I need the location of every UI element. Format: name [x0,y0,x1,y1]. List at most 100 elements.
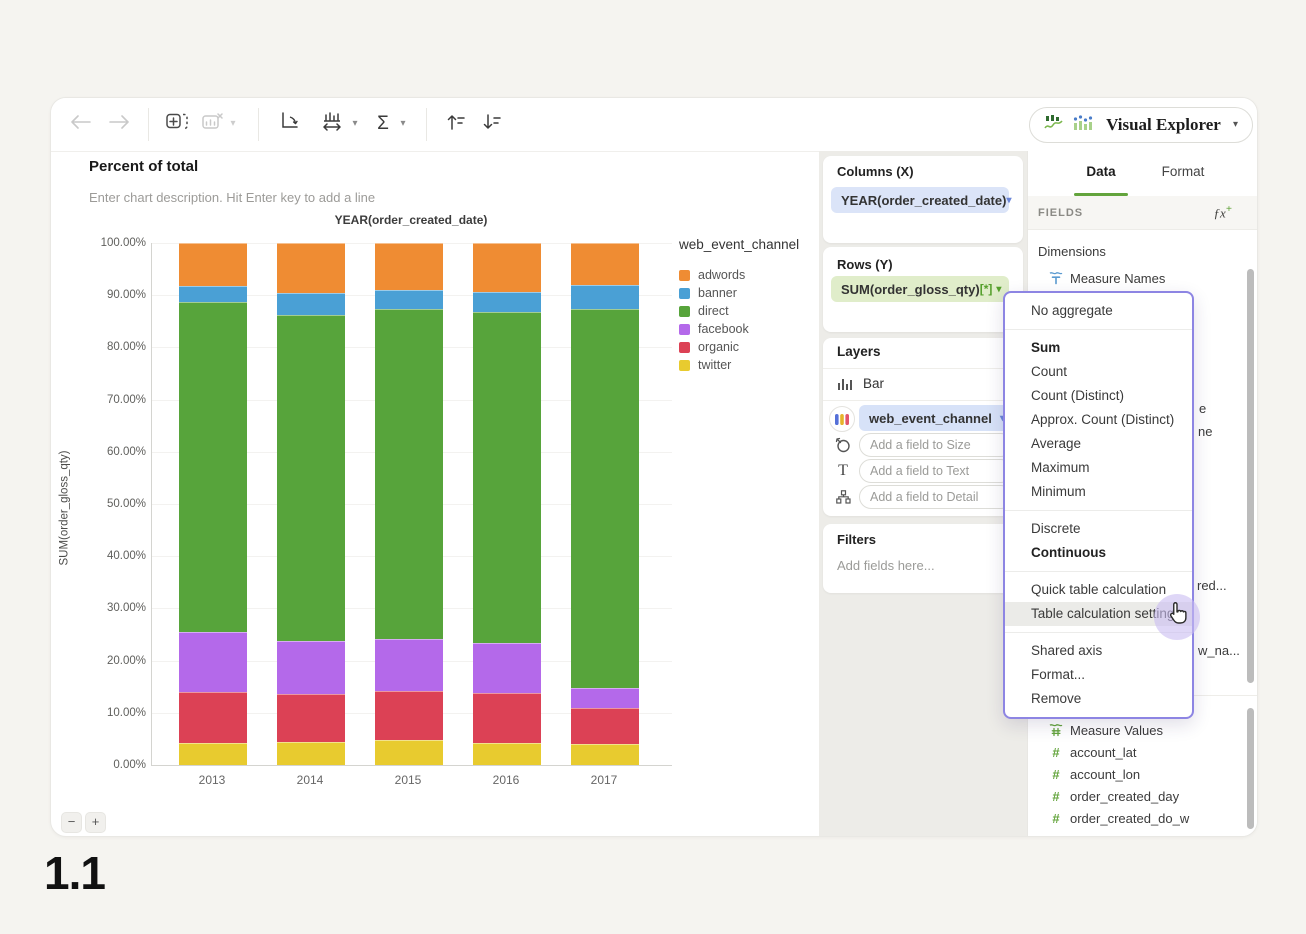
menu-group: No aggregate [1005,293,1192,329]
chart-description-placeholder[interactable]: Enter chart description. Hit Enter key t… [89,190,375,205]
remove-chart-button[interactable] [199,110,227,138]
chevron-down-icon: ▾ [1232,119,1238,130]
menu-item-minimum[interactable]: Minimum [1005,480,1192,504]
legend-item: facebook [679,320,819,338]
menu-item-continuous[interactable]: Continuous [1005,541,1192,565]
text-drop-target[interactable]: Add a field to Text [859,459,1013,483]
aggregate-caret[interactable]: ▾ [395,110,411,138]
filters-drop-target[interactable]: Add fields here... [837,558,935,573]
detail-layer-icon [831,485,855,509]
chevron-down-icon[interactable]: ▾ [996,284,1001,295]
mark-type-label[interactable]: Bar [863,376,884,391]
redo-arrow-icon [108,114,130,134]
bar-segment-banner [277,292,345,315]
stacked-bar [375,243,443,765]
menu-item-no-aggregate[interactable]: No aggregate [1005,299,1192,323]
fields-section-header: FIELDS ƒx+ [1028,196,1257,230]
bar-segment-direct [473,311,541,643]
scrollbar-thumb[interactable] [1247,269,1254,683]
scrollbar-thumb[interactable] [1247,708,1254,829]
menu-item-maximum[interactable]: Maximum [1005,456,1192,480]
bar-segment-facebook [277,641,345,694]
add-calculated-field-button[interactable]: ƒx+ [1214,203,1232,221]
sort-descending-button[interactable] [478,110,506,138]
x-axis-title: YEAR(order_created_date) [334,213,488,227]
measure-values-icon [1048,722,1064,738]
menu-item-discrete[interactable]: Discrete [1005,517,1192,541]
color-field-pill[interactable]: web_event_channel ▾ [859,405,1015,431]
remove-chart-caret[interactable]: ▾ [225,110,241,138]
legend-label: banner [698,286,737,300]
rows-shelf: Rows (Y) SUM(order_gloss_qty) [*] ▾ [823,247,1023,332]
app-switcher-button[interactable]: Visual Explorer ▾ [1029,107,1253,143]
menu-item-sum[interactable]: Sum [1005,336,1192,360]
bar-segment-organic [277,693,345,743]
text-layer-icon: T [838,462,848,479]
bar-segment-direct [571,308,639,688]
menu-item-format[interactable]: Format... [1005,663,1192,687]
x-axis-tick-label: 2016 [492,773,520,787]
columns-field-pill[interactable]: YEAR(order_created_date) ▾ [831,187,1011,213]
legend-item: adwords [679,266,819,284]
bar-segment-twitter [375,740,443,765]
tab-format[interactable]: Format [1153,164,1213,179]
y-axis-tick-label: 50.00% [106,498,146,510]
bar-segment-adwords [179,243,247,287]
menu-item-approx-count-distinct[interactable]: Approx. Count (Distinct) [1005,408,1192,432]
field-row-order_created_day[interactable]: # order_created_day [1028,785,1242,807]
add-chart-button[interactable] [163,110,191,138]
field-row-account_lon[interactable]: # account_lon [1028,763,1242,785]
number-icon: # [1052,833,1059,837]
y-axis-tick-label: 0.00% [113,759,146,771]
axis-settings-button[interactable] [319,110,347,138]
undo-button[interactable] [67,110,95,138]
app-switcher-label: Visual Explorer [1106,115,1221,134]
legend-swatch [679,359,690,371]
aggregate-button[interactable]: Σ [369,110,397,138]
columns-shelf: Columns (X) YEAR(order_created_date) ▾ [823,156,1023,243]
chart-title[interactable]: Percent of total [89,158,198,175]
chevron-down-icon[interactable]: ▾ [1006,195,1011,206]
bar-segment-adwords [473,243,541,292]
columns-field-label: YEAR(order_created_date) [841,192,1007,208]
bar-segment-direct [375,309,443,640]
bar-segment-adwords [277,243,345,293]
redo-button[interactable] [105,110,133,138]
field-row-account_lat[interactable]: # account_lat [1028,741,1242,763]
bar-segment-adwords [571,243,639,286]
detail-drop-target[interactable]: Add a field to Detail [859,485,1013,509]
add-chart-icon [166,113,188,135]
field-row-measure_values[interactable]: Measure Values [1028,719,1242,741]
obscured-field-fragment: ne [1198,424,1213,439]
field-row-measure_names[interactable]: Measure Names [1028,267,1242,289]
menu-group: Sum Count Count (Distinct) Approx. Count (D… [1005,330,1192,510]
rows-field-pill[interactable]: SUM(order_gloss_qty) [*] ▾ [831,276,1009,302]
axis-settings-caret[interactable]: ▾ [347,110,363,138]
zoom-in-button[interactable]: + [85,812,106,833]
menu-item-count[interactable]: Count [1005,360,1192,384]
legend-swatch [679,287,690,299]
bar-segment-organic [473,692,541,744]
menu-item-shared-axis[interactable]: Shared axis [1005,639,1192,663]
tab-data[interactable]: Data [1074,164,1128,179]
menu-item-average[interactable]: Average [1005,432,1192,456]
sort-ascending-button[interactable] [442,110,470,138]
size-drop-target[interactable]: Add a field to Size [859,433,1013,457]
stacked-bar [473,243,541,765]
number-icon: # [1052,766,1060,782]
field-row-order_created_do_w[interactable]: # order_created_do_w [1028,807,1242,829]
menu-item-remove[interactable]: Remove [1005,687,1192,711]
zoom-out-button[interactable]: − [61,812,82,833]
menu-item-count-distinct[interactable]: Count (Distinct) [1005,384,1192,408]
bar-segment-organic [571,707,639,745]
field-context-menu: No aggregate Sum Count Count (Distinct) Appr… [1003,291,1194,719]
field-row-clipped[interactable]: # [1028,829,1242,837]
legend-swatch [679,341,690,353]
swap-axes-button[interactable] [274,110,302,138]
bar-segment-twitter [277,742,345,765]
x-axis-tick-label: 2013 [198,773,226,787]
bar-segment-banner [375,290,443,310]
hand-cursor-icon [1164,601,1190,632]
field-label: Measure Names [1070,270,1166,286]
legend-swatch [679,305,690,317]
